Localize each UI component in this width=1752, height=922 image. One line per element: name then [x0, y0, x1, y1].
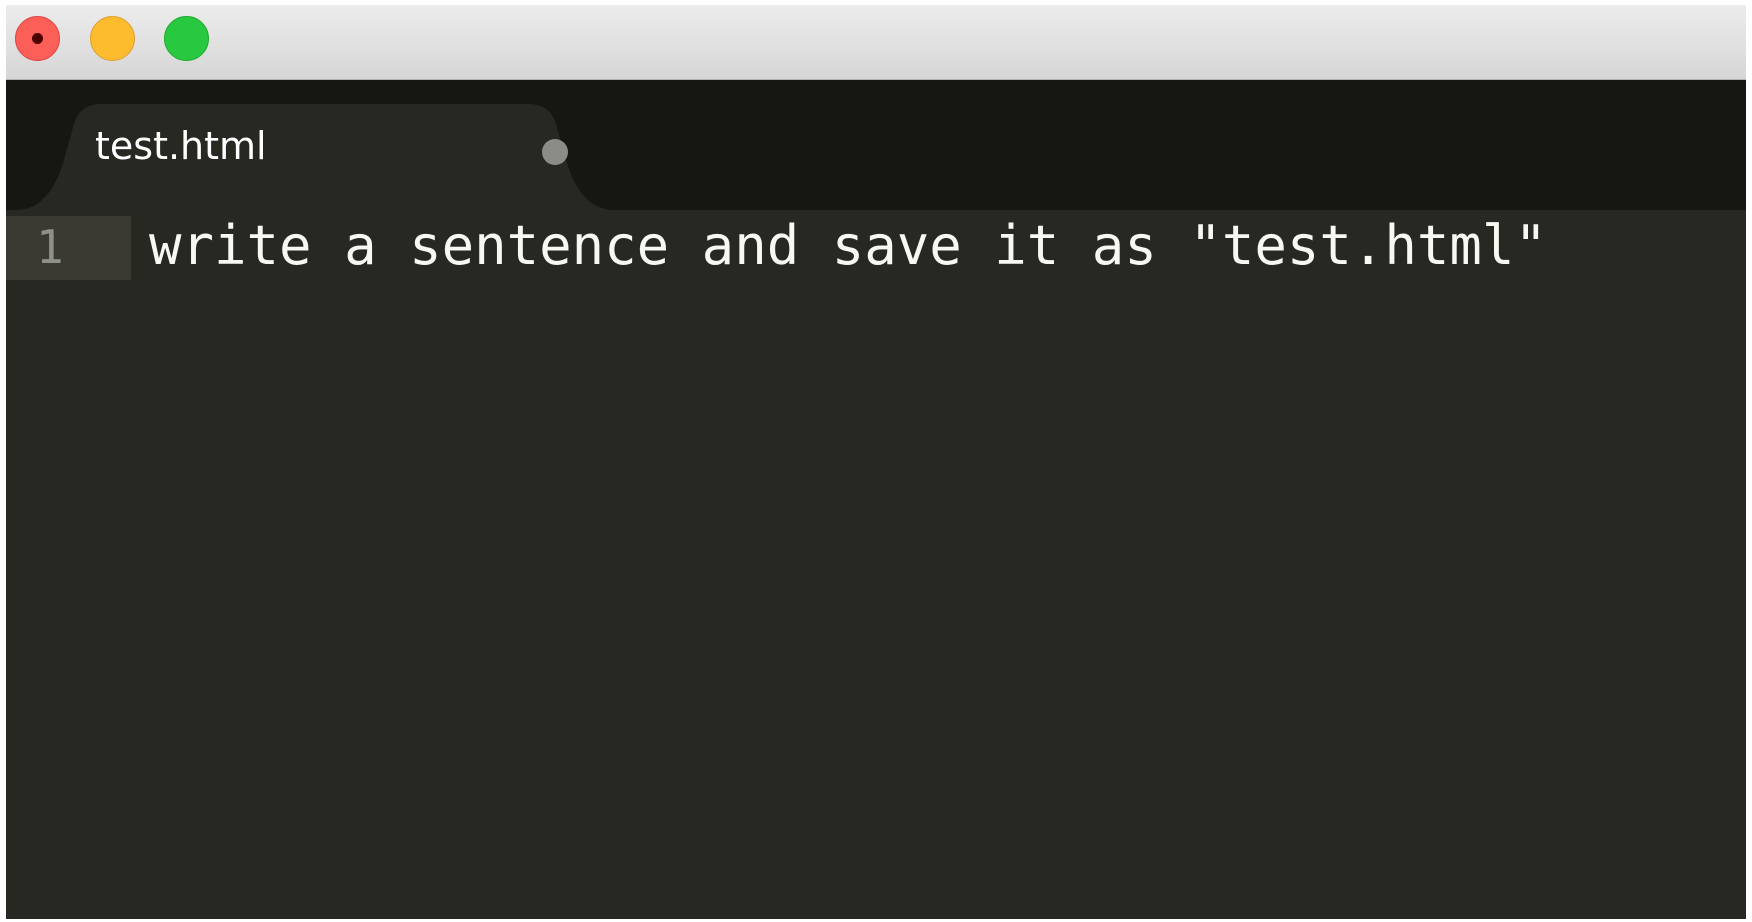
close-window-button[interactable] — [15, 16, 60, 61]
tab-label: test.html — [95, 124, 267, 168]
code-editor[interactable]: 1 write a sentence and save it as "test.… — [6, 210, 1746, 919]
unsaved-dot-icon[interactable] — [542, 139, 568, 165]
tab-bar: test.html — [6, 80, 1746, 210]
line-number: 1 — [36, 220, 64, 274]
tab-test-html[interactable]: test.html — [16, 104, 646, 210]
code-line[interactable]: write a sentence and save it as "test.ht… — [149, 214, 1547, 277]
zoom-window-button[interactable] — [164, 16, 209, 61]
gutter-current-line: 1 — [6, 216, 131, 280]
title-bar — [6, 5, 1746, 80]
unsaved-indicator-icon — [32, 33, 43, 44]
editor-window: test.html 1 write a sentence and save it… — [6, 5, 1746, 919]
minimize-window-button[interactable] — [90, 16, 135, 61]
